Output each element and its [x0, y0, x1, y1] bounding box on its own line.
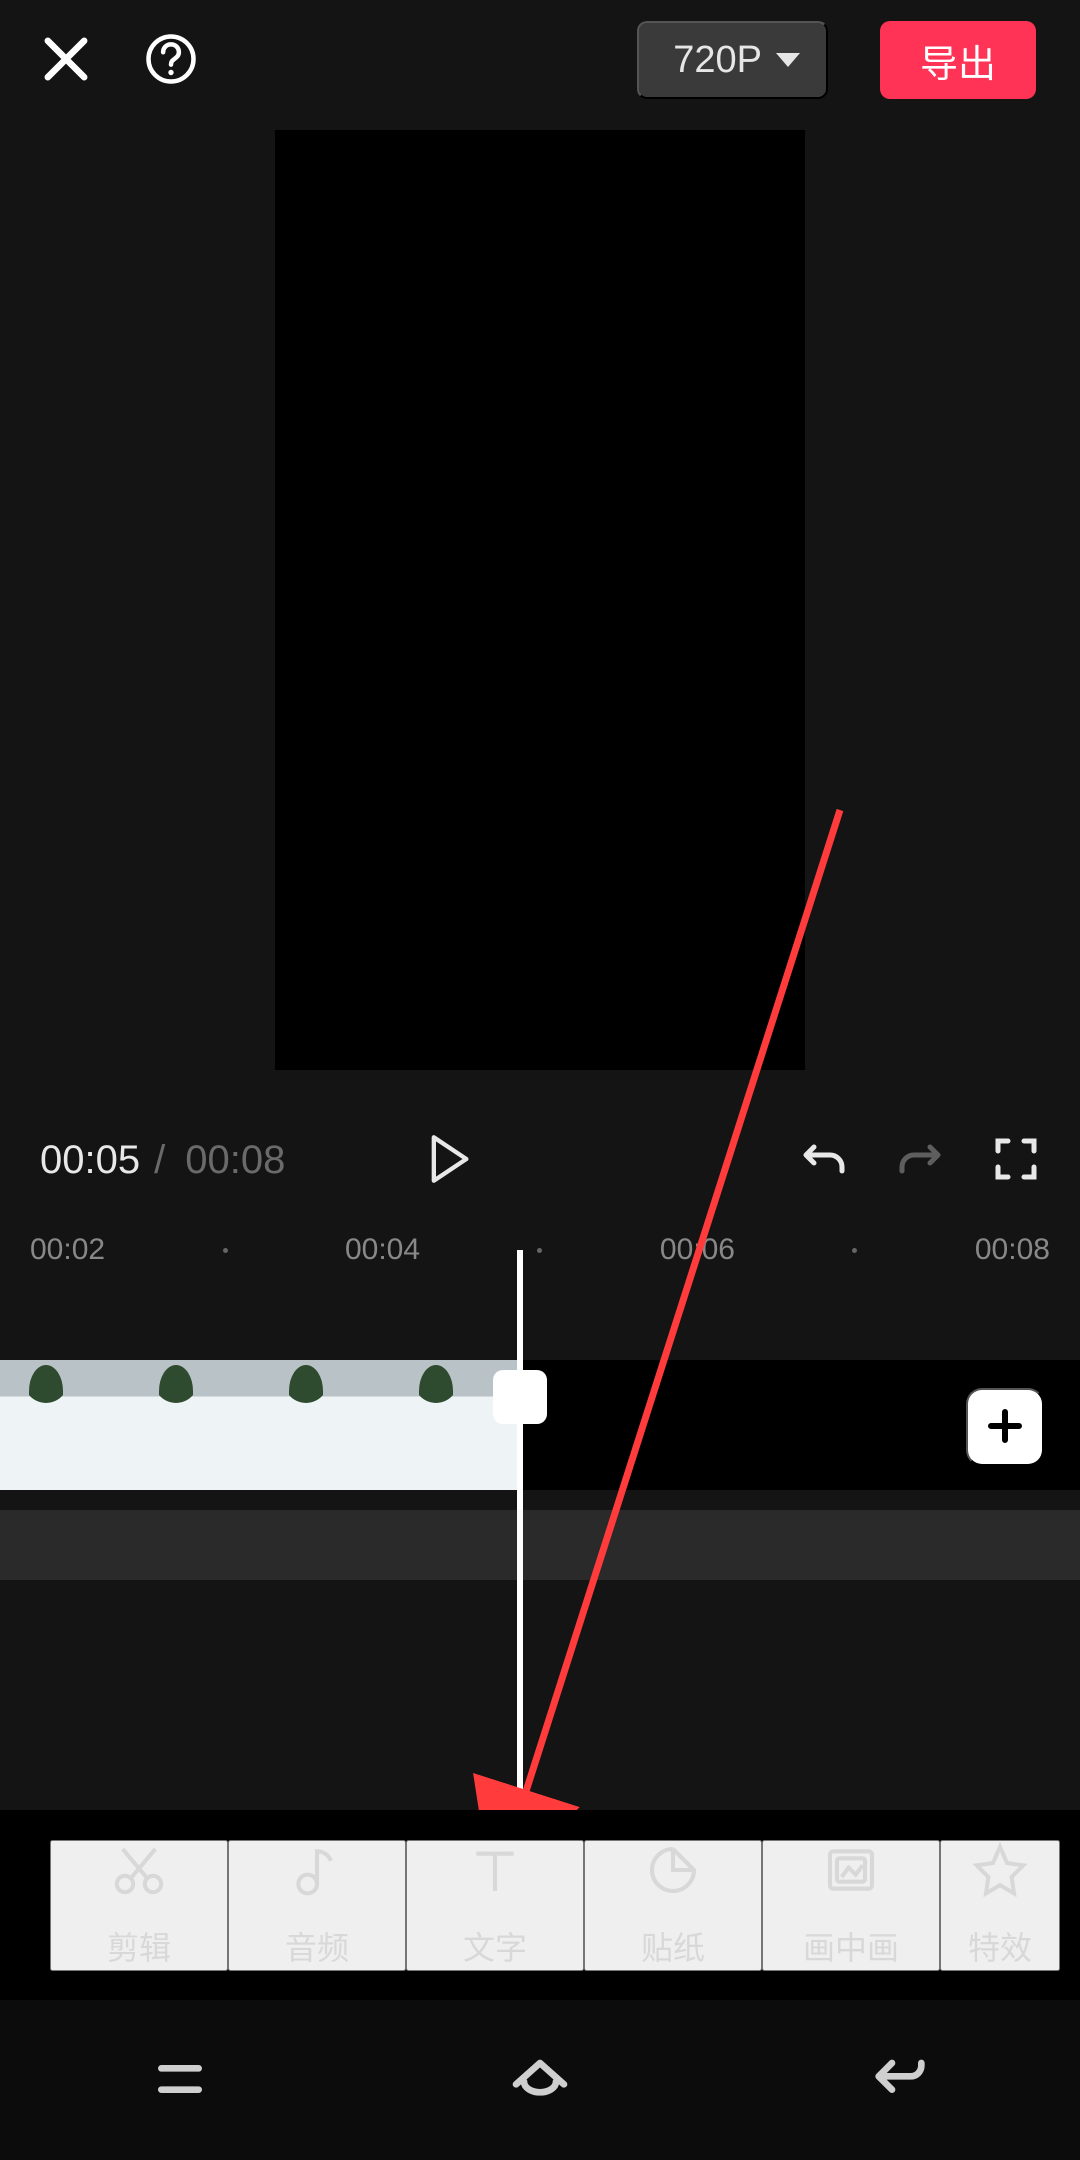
text-t-icon — [467, 1842, 523, 1901]
system-nav-bar — [0, 2000, 1080, 2160]
ruler-dot — [537, 1248, 542, 1253]
time-total: 00:08 — [185, 1138, 285, 1183]
time-separator: / — [154, 1138, 165, 1183]
ruler-dot — [223, 1248, 228, 1253]
ruler-tick: 00:04 — [345, 1233, 420, 1267]
undo-icon — [800, 1135, 848, 1186]
add-clip-button[interactable] — [966, 1388, 1044, 1466]
ruler-tick: 00:08 — [975, 1233, 1050, 1267]
fullscreen-icon — [992, 1135, 1040, 1186]
nav-menu-button[interactable] — [148, 2047, 212, 2114]
clip-thumbnail — [0, 1360, 130, 1490]
video-preview[interactable] — [275, 130, 805, 1070]
tool-label: 特效 — [968, 1923, 1032, 1969]
tool-label: 画中画 — [803, 1923, 899, 1969]
plus-icon — [985, 1406, 1025, 1449]
tool-sticker[interactable]: 贴纸 — [584, 1840, 762, 1971]
timeline-ruler[interactable]: 00:02 00:04 00:06 00:08 — [0, 1210, 1080, 1290]
close-button[interactable] — [40, 33, 92, 88]
resolution-label: 720P — [673, 39, 762, 82]
resolution-selector[interactable]: 720P — [637, 21, 828, 99]
tool-text[interactable]: 文字 — [406, 1840, 584, 1971]
close-icon — [40, 33, 92, 88]
nav-back-button[interactable] — [868, 2047, 932, 2114]
redo-icon — [896, 1135, 944, 1186]
ruler-dot — [852, 1248, 857, 1253]
nav-home-button[interactable] — [508, 2047, 572, 2114]
help-button[interactable] — [144, 32, 198, 89]
tool-label: 音频 — [285, 1923, 349, 1969]
help-icon — [144, 32, 198, 89]
sticker-icon — [645, 1842, 701, 1901]
back-icon — [868, 2047, 932, 2114]
music-note-icon — [289, 1842, 345, 1901]
play-icon — [426, 1133, 472, 1188]
tool-label: 剪辑 — [107, 1923, 171, 1969]
home-icon — [508, 2047, 572, 2114]
top-bar: 720P 导出 — [0, 0, 1080, 120]
star-icon — [972, 1842, 1028, 1901]
scissors-icon — [111, 1842, 167, 1901]
clip-thumbnail — [130, 1360, 260, 1490]
playhead[interactable] — [517, 1250, 523, 1810]
tool-strip: 剪辑 音频 文字 贴纸 画中画 — [0, 1810, 1080, 2000]
redo-button[interactable] — [896, 1135, 944, 1186]
clip-thumbnail — [260, 1360, 390, 1490]
secondary-track[interactable] — [0, 1510, 1080, 1580]
time-current: 00:05 — [40, 1138, 140, 1183]
video-track[interactable] — [0, 1360, 520, 1490]
ruler-tick: 00:02 — [30, 1233, 105, 1267]
ruler-tick: 00:06 — [660, 1233, 735, 1267]
tool-label: 贴纸 — [641, 1923, 705, 1969]
tool-effects[interactable]: 特效 — [940, 1840, 1060, 1971]
tool-audio[interactable]: 音频 — [228, 1840, 406, 1971]
tool-edit[interactable]: 剪辑 — [50, 1840, 228, 1971]
menu-icon — [148, 2047, 212, 2114]
tool-label: 文字 — [463, 1923, 527, 1969]
pip-icon — [823, 1842, 879, 1901]
undo-button[interactable] — [800, 1135, 848, 1186]
tool-pip[interactable]: 画中画 — [762, 1840, 940, 1971]
player-bar: 00:05 / 00:08 — [0, 1110, 1080, 1210]
preview-area — [0, 120, 1080, 1110]
export-button[interactable]: 导出 — [880, 21, 1036, 99]
fullscreen-button[interactable] — [992, 1135, 1040, 1186]
chevron-down-icon — [776, 53, 800, 67]
play-button[interactable] — [426, 1133, 472, 1188]
